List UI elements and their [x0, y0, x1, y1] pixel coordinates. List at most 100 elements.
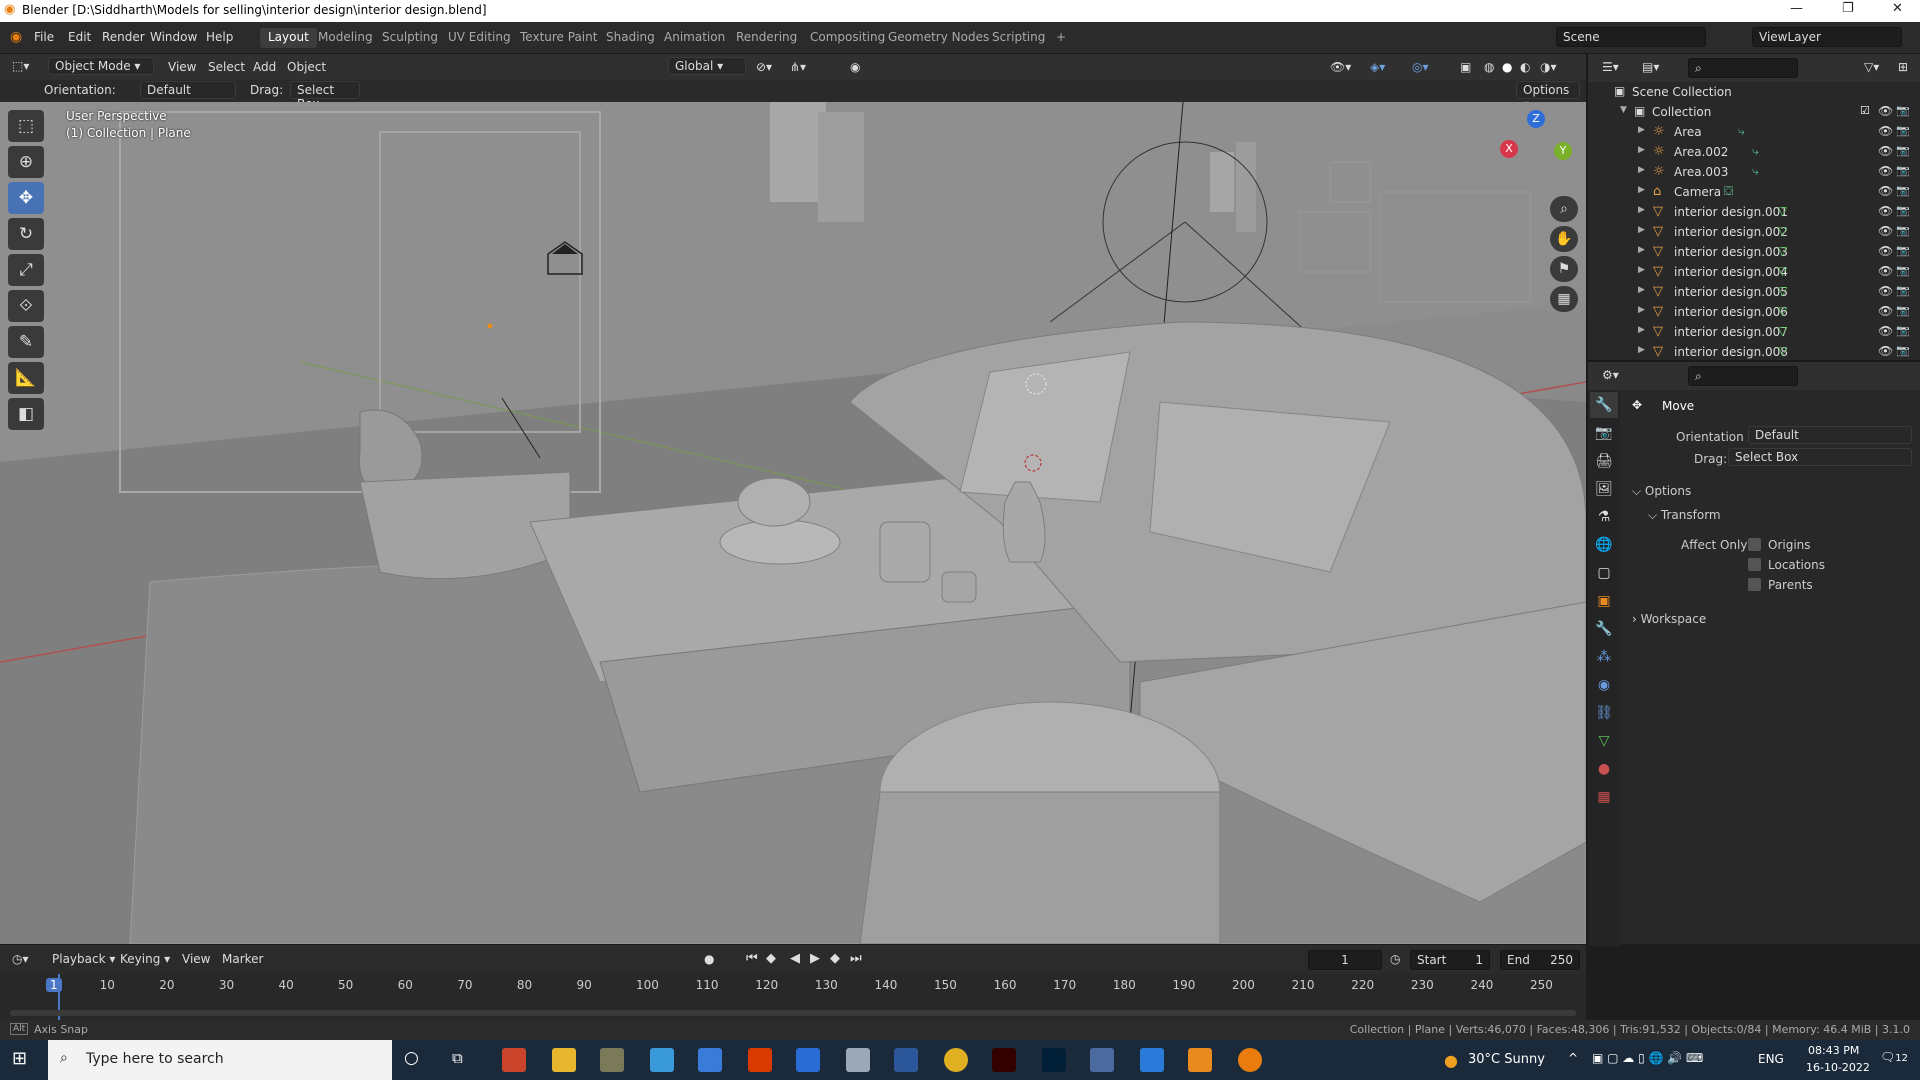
timeline-scrollbar[interactable] [10, 1010, 1576, 1016]
taskbar-search-box[interactable]: ⌕ Type here to search [48, 1040, 392, 1080]
expand-arrow-icon[interactable]: ▶ [1638, 125, 1645, 135]
proportional-edit-icon[interactable]: ◉ [850, 60, 860, 74]
camera-data-icon[interactable]: ⛋ [1724, 184, 1733, 199]
chrome-icon[interactable] [944, 1048, 968, 1072]
workspace-panel-header[interactable]: › Workspace [1632, 612, 1706, 626]
menu-select[interactable]: Select [208, 60, 245, 74]
outliner-item[interactable]: ▶ ☼ Area ⤷ 👁 📷 [1588, 122, 1920, 142]
record-icon[interactable]: ● [704, 952, 714, 966]
physics-tab-icon[interactable]: ◉ [1590, 672, 1618, 698]
constraints-tab-icon[interactable]: ⛓ [1590, 700, 1618, 726]
expand-arrow-icon[interactable]: ▶ [1638, 205, 1645, 215]
origins-checkbox[interactable] [1748, 538, 1761, 551]
outliner-item[interactable]: ▶ ▽ interior design.007 ▽ 👁 📷 [1588, 322, 1920, 342]
calculator-icon[interactable] [650, 1048, 674, 1072]
play-reverse-icon[interactable]: ◀ [790, 951, 800, 966]
blender-menu-icon[interactable]: ◉ [10, 29, 22, 45]
blender-taskbar-icon[interactable] [1238, 1048, 1262, 1072]
start-frame-field[interactable]: Start 1 [1410, 950, 1490, 970]
menu-edit[interactable]: Edit [68, 30, 91, 44]
outliner-item[interactable]: ▶ ▽ interior design.005 ▽ 👁 📷 [1588, 282, 1920, 302]
material-tab-icon[interactable]: ● [1590, 756, 1618, 782]
mesh-data-icon[interactable]: ▽ [1778, 244, 1787, 258]
menu-object[interactable]: Object [287, 60, 326, 74]
expand-arrow-icon[interactable]: ▶ [1638, 265, 1645, 275]
tab-rendering[interactable]: Rendering [728, 28, 805, 48]
add-cube-icon[interactable]: ◧ [8, 398, 44, 430]
light-data-icon[interactable]: ⤷ [1738, 124, 1745, 139]
render-camera-icon[interactable]: 📷 [1896, 224, 1910, 237]
network-app-icon[interactable] [846, 1048, 870, 1072]
eye-icon[interactable]: 👁 [1878, 284, 1893, 298]
eye-icon[interactable]: 👁 [1878, 104, 1893, 118]
timeline-area[interactable]: 1 10 20 30 40 50 60 70 80 90 100 110 120 130 140 150 160… [0, 974, 1586, 1020]
illustrator-icon[interactable] [992, 1048, 1016, 1072]
minimize-icon[interactable]: — [1790, 1, 1803, 16]
menu-window[interactable]: Window [150, 30, 197, 44]
props-orientation-dropdown[interactable]: Default [1748, 426, 1912, 444]
navigation-gizmo[interactable]: Z X Y [1500, 110, 1580, 190]
app-icon[interactable] [600, 1048, 624, 1072]
eye-icon[interactable]: 👁 [1878, 264, 1893, 278]
notifications-icon[interactable]: 🗨12 [1880, 1050, 1908, 1064]
output-tab-icon[interactable]: 🖨 [1590, 448, 1618, 474]
eye-icon[interactable]: 👁 [1878, 244, 1893, 258]
render-camera-icon[interactable]: 📷 [1896, 284, 1910, 297]
eye-icon[interactable]: 👁 [1878, 204, 1893, 218]
menu-add[interactable]: Add [253, 60, 276, 74]
transform-icon[interactable]: ⟐ [8, 290, 44, 322]
snap-icon[interactable]: ⋔▾ [790, 60, 806, 74]
outliner-search[interactable]: ⌕ [1688, 58, 1798, 78]
select-box-icon[interactable]: ⬚ [8, 110, 44, 142]
render-camera-icon[interactable]: 📷 [1896, 184, 1910, 197]
next-keyframe-icon[interactable]: ◆ [830, 951, 840, 966]
file-explorer-icon[interactable] [552, 1048, 576, 1072]
windows-start-icon[interactable]: ⊞ [12, 1048, 27, 1069]
parents-checkbox[interactable] [1748, 578, 1761, 591]
particles-tab-icon[interactable]: ⁂ [1590, 644, 1618, 670]
collapse-arrow-icon[interactable]: ▼ [1620, 105, 1627, 115]
language-indicator[interactable]: ENG [1758, 1052, 1784, 1066]
scene-collection-row[interactable]: ▣ Scene Collection [1588, 82, 1920, 102]
close-icon[interactable]: ✕ [1892, 1, 1903, 16]
zoom-icon[interactable]: ⌕ [1550, 196, 1578, 222]
menu-marker[interactable]: Marker [222, 952, 263, 966]
display-mode-icon[interactable]: ▤▾ [1642, 60, 1659, 74]
outliner-item[interactable]: ▶ ⌂ Camera ⛋ 👁 📷 [1588, 182, 1920, 202]
mode-selector[interactable]: Object Mode ▾ [48, 57, 154, 75]
visibility-icon[interactable]: 👁▾ [1330, 60, 1351, 74]
scene-selector[interactable]: Scene [1556, 27, 1706, 47]
menu-keying[interactable]: Keying ▾ [120, 952, 170, 966]
world-tab-icon[interactable]: 🌐 [1590, 532, 1618, 558]
menu-playback[interactable]: Playback ▾ [52, 952, 115, 966]
view-layer-tab-icon[interactable]: 🖼 [1590, 476, 1618, 502]
weather-icon[interactable]: ● [1444, 1051, 1458, 1070]
collection-tab-icon[interactable]: ▢ [1590, 560, 1618, 586]
outliner-item[interactable]: ▶ ▽ interior design.008 ▽ 👁 📷 [1588, 342, 1920, 362]
eye-icon[interactable]: 👁 [1878, 304, 1893, 318]
annotate-icon[interactable]: ✎ [8, 326, 44, 358]
texture-tab-icon[interactable]: ▦ [1590, 784, 1618, 810]
y-axis-icon[interactable]: Y [1554, 142, 1572, 160]
expand-arrow-icon[interactable]: ▶ [1638, 345, 1645, 355]
clock-time[interactable]: 08:43 PM [1808, 1044, 1859, 1057]
mail-icon[interactable] [796, 1048, 820, 1072]
timeline-editor-icon[interactable]: ◷▾ [12, 952, 29, 966]
vlc-icon[interactable] [1188, 1048, 1212, 1072]
eye-icon[interactable]: 👁 [1878, 124, 1893, 138]
z-axis-icon[interactable]: Z [1527, 110, 1545, 128]
mesh-data-icon[interactable]: ▽ [1778, 324, 1787, 338]
filter-icon[interactable]: ▽▾ [1864, 60, 1879, 74]
tool-tab-icon[interactable]: 🔧 [1590, 392, 1618, 418]
gizmo-icon[interactable]: ◈▾ [1370, 60, 1385, 74]
store-icon[interactable] [698, 1048, 722, 1072]
wireframe-shading-icon[interactable]: ◍ [1484, 60, 1494, 74]
weather-text[interactable]: 30°C Sunny [1468, 1052, 1545, 1067]
outliner-editor-icon[interactable]: ☰▾ [1602, 60, 1619, 74]
render-camera-icon[interactable]: 📷 [1896, 324, 1910, 337]
task-view-icon[interactable]: ⧉ [452, 1049, 463, 1067]
menu-render[interactable]: Render [102, 30, 145, 44]
expand-arrow-icon[interactable]: ▶ [1638, 245, 1645, 255]
outliner-item[interactable]: ▶ ☼ Area.003 ⤷ 👁 📷 [1588, 162, 1920, 182]
view-layer-selector[interactable]: ViewLayer [1752, 27, 1902, 47]
